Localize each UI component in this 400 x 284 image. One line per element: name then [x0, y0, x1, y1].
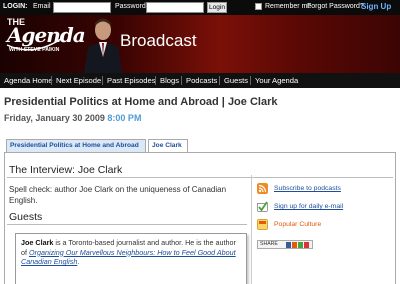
- guest-book-link[interactable]: Organizing Our Marvellous Neighbours: Ho…: [21, 248, 236, 267]
- nav-blogs[interactable]: Blogs: [160, 76, 179, 85]
- guest-name: Joe Clark: [21, 238, 54, 247]
- host-portrait-icon: [84, 18, 122, 73]
- login-button[interactable]: Login: [207, 2, 227, 13]
- check-mail-icon: [257, 201, 268, 212]
- divider: [7, 177, 393, 178]
- date-text: Friday, January 30 2009: [4, 113, 105, 123]
- nav-next-episode[interactable]: Next Episode: [56, 76, 101, 85]
- the-agenda-logo[interactable]: THE Agenda WITH STEVE PAIKIN: [5, 17, 86, 57]
- nav-your-agenda[interactable]: Your Agenda: [255, 76, 298, 85]
- category-icon: [257, 219, 268, 230]
- section-title: Broadcast: [120, 31, 197, 50]
- share-button[interactable]: SHARE: [257, 240, 313, 249]
- share-services-icon: [286, 242, 309, 248]
- email-label: Email: [33, 3, 51, 10]
- banner: THE Agenda WITH STEVE PAIKIN Broadcast: [0, 15, 400, 73]
- interview-heading: The Interview: Joe Clark: [9, 164, 123, 176]
- remember-checkbox[interactable]: [255, 3, 262, 10]
- password-label: Password: [115, 3, 146, 10]
- nav-divider: [181, 76, 182, 85]
- nav-podcasts[interactable]: Podcasts: [186, 76, 217, 85]
- nav-agenda-home[interactable]: Agenda Home: [4, 76, 53, 85]
- guests-heading: Guests: [9, 211, 43, 223]
- tab-joe-clark[interactable]: Joe Clark: [148, 139, 188, 153]
- nav-guests[interactable]: Guests: [224, 76, 248, 85]
- signup-link[interactable]: Sign Up: [361, 2, 391, 11]
- content-panel: The Interview: Joe Clark Spell check: au…: [4, 152, 396, 284]
- nav-divider: [250, 76, 251, 85]
- daily-email-link[interactable]: Sign up for daily e-mail: [274, 203, 343, 210]
- rss-icon: [257, 183, 268, 194]
- logo-subtitle: WITH STEVE PAIKIN: [9, 47, 60, 53]
- popular-culture-link[interactable]: Popular Culture: [274, 221, 321, 228]
- share-label: SHARE: [260, 241, 278, 247]
- tab-presidential-politics[interactable]: Presidential Politics at Home and Abroad: [6, 139, 146, 152]
- page-title: Presidential Politics at Home and Abroad…: [4, 96, 278, 108]
- nav-divider: [102, 76, 103, 85]
- main-nav: Agenda Home Next Episode Past Episodes B…: [0, 73, 400, 88]
- email-field[interactable]: [53, 2, 111, 13]
- logo-agenda: Agenda: [7, 23, 86, 47]
- login-label: LOGIN:: [3, 3, 28, 10]
- password-field[interactable]: [146, 2, 204, 13]
- interview-description: Spell check: author Joe Clark on the uni…: [9, 185, 227, 205]
- divider: [7, 224, 247, 225]
- nav-divider: [219, 76, 220, 85]
- column-divider: [251, 175, 252, 284]
- login-bar: LOGIN: Email Password Login Remember me …: [0, 0, 400, 15]
- guest-card: Joe Clark is a Toronto-based journalist …: [15, 233, 247, 284]
- nav-divider: [51, 76, 52, 85]
- time-text: 8:00 PM: [107, 113, 142, 123]
- nav-past-episodes[interactable]: Past Episodes: [107, 76, 156, 85]
- subscribe-podcasts-link[interactable]: Subscribe to podcasts: [274, 185, 341, 192]
- episode-date: Friday, January 30 2009 8:00 PM: [4, 113, 141, 123]
- nav-divider: [155, 76, 156, 85]
- forgot-password-link[interactable]: Forgot Password?: [307, 3, 364, 10]
- remember-label: Remember me: [265, 3, 312, 10]
- guest-bio-end: .: [77, 257, 80, 266]
